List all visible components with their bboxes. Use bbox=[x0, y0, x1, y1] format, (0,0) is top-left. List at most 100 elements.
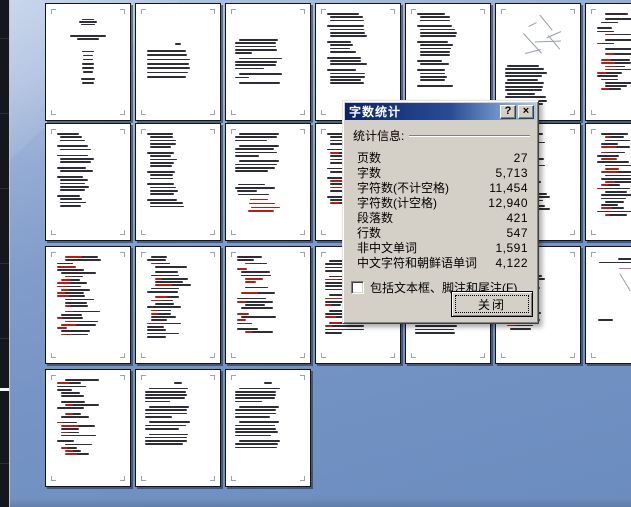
text-line bbox=[150, 165, 172, 167]
crop-mark bbox=[321, 129, 326, 134]
dialog-titlebar[interactable]: 字数统计 ? × bbox=[345, 103, 536, 120]
page-thumbnail[interactable] bbox=[585, 123, 631, 241]
crop-mark bbox=[51, 230, 56, 235]
text-line bbox=[60, 136, 83, 138]
text-line bbox=[150, 299, 174, 302]
crop-mark bbox=[321, 353, 326, 358]
text-line bbox=[238, 406, 279, 408]
stat-row: 中文字符和朝鲜语单词 4,122 bbox=[343, 255, 538, 271]
text-line bbox=[416, 69, 446, 71]
text-line bbox=[60, 179, 88, 182]
stat-value: 12,940 bbox=[488, 195, 528, 210]
text-line bbox=[600, 158, 618, 160]
text-line bbox=[600, 177, 631, 180]
page-thumbnail[interactable] bbox=[135, 123, 221, 241]
text-line bbox=[604, 13, 628, 15]
text-line bbox=[600, 184, 621, 187]
stat-row: 行数 547 bbox=[343, 225, 538, 241]
page-thumbnail[interactable] bbox=[45, 123, 131, 241]
close-button[interactable]: 关闭 bbox=[451, 291, 533, 317]
crop-mark bbox=[51, 252, 56, 257]
page-thumbnail[interactable] bbox=[225, 369, 311, 487]
page-thumbnail[interactable] bbox=[585, 246, 631, 364]
panel-marker bbox=[0, 388, 9, 391]
text-line bbox=[70, 34, 106, 37]
text-line bbox=[505, 89, 543, 92]
text-line bbox=[56, 388, 73, 391]
crop-mark bbox=[141, 375, 146, 380]
text-line bbox=[330, 19, 364, 22]
text-line bbox=[235, 409, 276, 412]
include-footnotes-checkbox[interactable] bbox=[351, 281, 364, 294]
page-thumbnail[interactable] bbox=[225, 123, 311, 241]
panel-divider bbox=[0, 263, 9, 264]
page-thumbnail[interactable] bbox=[45, 3, 131, 121]
text-line bbox=[235, 431, 279, 434]
text-line bbox=[236, 328, 259, 330]
page-thumbnail[interactable] bbox=[45, 369, 131, 487]
text-line bbox=[604, 81, 631, 84]
page-thumbnail[interactable] bbox=[135, 369, 221, 487]
text-line bbox=[619, 267, 631, 270]
crop-mark bbox=[210, 230, 215, 235]
text-line bbox=[596, 42, 615, 45]
text-line bbox=[60, 189, 85, 191]
page-thumbnail[interactable] bbox=[585, 3, 631, 121]
text-line bbox=[79, 21, 97, 23]
text-line bbox=[235, 151, 277, 154]
page-thumbnail[interactable] bbox=[45, 246, 131, 364]
page-thumbnail[interactable] bbox=[135, 3, 221, 121]
crop-mark bbox=[141, 230, 146, 235]
crop-mark bbox=[390, 353, 395, 358]
stat-value: 4,122 bbox=[495, 255, 528, 270]
text-line bbox=[415, 325, 457, 328]
crop-mark bbox=[480, 353, 485, 358]
text-line bbox=[604, 139, 630, 142]
text-line bbox=[244, 304, 265, 306]
text-line bbox=[150, 262, 171, 265]
text-line bbox=[325, 304, 341, 306]
text-line bbox=[146, 259, 166, 261]
text-line bbox=[235, 186, 275, 189]
text-line bbox=[235, 397, 276, 400]
crop-mark bbox=[210, 129, 215, 134]
page-thumbnail[interactable] bbox=[225, 3, 311, 121]
page-thumbnail[interactable] bbox=[135, 246, 221, 364]
text-line bbox=[64, 256, 99, 258]
text-line bbox=[145, 428, 180, 430]
crop-mark bbox=[501, 353, 506, 358]
text-line bbox=[596, 187, 631, 190]
text-line bbox=[416, 13, 446, 15]
close-x-button[interactable]: × bbox=[518, 104, 534, 119]
text-line bbox=[145, 416, 173, 418]
page-thumbnail[interactable] bbox=[225, 246, 311, 364]
text-line bbox=[604, 164, 631, 167]
text-line bbox=[244, 286, 269, 289]
crop-mark bbox=[120, 353, 125, 358]
crop-mark bbox=[141, 129, 146, 134]
text-line bbox=[56, 195, 81, 197]
text-line bbox=[238, 387, 281, 390]
help-button[interactable]: ? bbox=[500, 104, 516, 119]
text-line bbox=[416, 60, 443, 62]
text-line bbox=[236, 297, 267, 300]
text-line bbox=[56, 407, 84, 410]
crop-mark bbox=[120, 230, 125, 235]
crop-mark bbox=[300, 230, 305, 235]
text-line bbox=[56, 282, 88, 284]
text-line bbox=[600, 197, 626, 200]
stat-row: 段落数 421 bbox=[343, 210, 538, 226]
text-line bbox=[420, 35, 456, 37]
text-line bbox=[150, 177, 174, 180]
crop-mark bbox=[141, 353, 146, 358]
crop-mark bbox=[591, 129, 596, 134]
text-line bbox=[56, 167, 86, 169]
text-line bbox=[326, 69, 356, 71]
